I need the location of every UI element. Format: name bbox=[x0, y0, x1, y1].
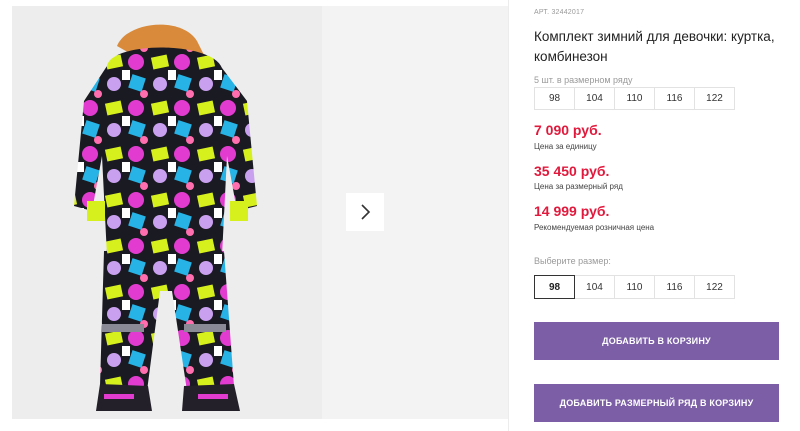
unit-price-note: Цена за единицу bbox=[534, 142, 597, 151]
size-option-selected[interactable]: 98 bbox=[534, 275, 575, 299]
size-picker: 98 104 110 116 122 bbox=[534, 275, 735, 299]
size-option[interactable]: 110 bbox=[614, 275, 655, 299]
add-size-row-to-cart-button[interactable]: ДОБАВИТЬ РАЗМЕРНЫЙ РЯД В КОРЗИНУ bbox=[534, 384, 779, 422]
size-picker-caption: Выберите размер: bbox=[534, 256, 611, 266]
product-photo-illustration bbox=[12, 6, 322, 419]
row-price-note: Цена за размерный ряд bbox=[534, 182, 623, 191]
size-row-caption: 5 шт. в размерном ряду bbox=[534, 75, 633, 85]
chevron-right-icon bbox=[361, 204, 371, 220]
gallery-next-button[interactable] bbox=[346, 193, 384, 231]
size-option[interactable]: 122 bbox=[694, 275, 735, 299]
size-row-item: 122 bbox=[694, 87, 735, 110]
size-row-item: 110 bbox=[614, 87, 655, 110]
unit-price: 7 090 руб. bbox=[534, 122, 602, 138]
sku-value: 32442017 bbox=[551, 9, 585, 16]
size-row-item: 98 bbox=[534, 87, 575, 110]
size-row-list: 98 104 110 116 122 bbox=[534, 87, 735, 110]
retail-price: 14 999 руб. bbox=[534, 203, 610, 219]
add-to-cart-button[interactable]: ДОБАВИТЬ В КОРЗИНУ bbox=[534, 322, 779, 360]
product-title: Комплект зимний для девочки: куртка, ком… bbox=[534, 29, 775, 64]
product-photo bbox=[12, 6, 322, 419]
size-option[interactable]: 116 bbox=[654, 275, 695, 299]
column-divider bbox=[508, 0, 509, 431]
size-row-item: 116 bbox=[654, 87, 695, 110]
size-option[interactable]: 104 bbox=[574, 275, 615, 299]
row-price: 35 450 руб. bbox=[534, 163, 610, 179]
product-gallery bbox=[0, 0, 508, 431]
retail-price-note: Рекомендуемая розничная цена bbox=[534, 223, 655, 232]
product-sku: АРТ. 32442017 bbox=[534, 9, 584, 16]
sku-label: АРТ. bbox=[534, 9, 550, 16]
size-row-item: 104 bbox=[574, 87, 615, 110]
